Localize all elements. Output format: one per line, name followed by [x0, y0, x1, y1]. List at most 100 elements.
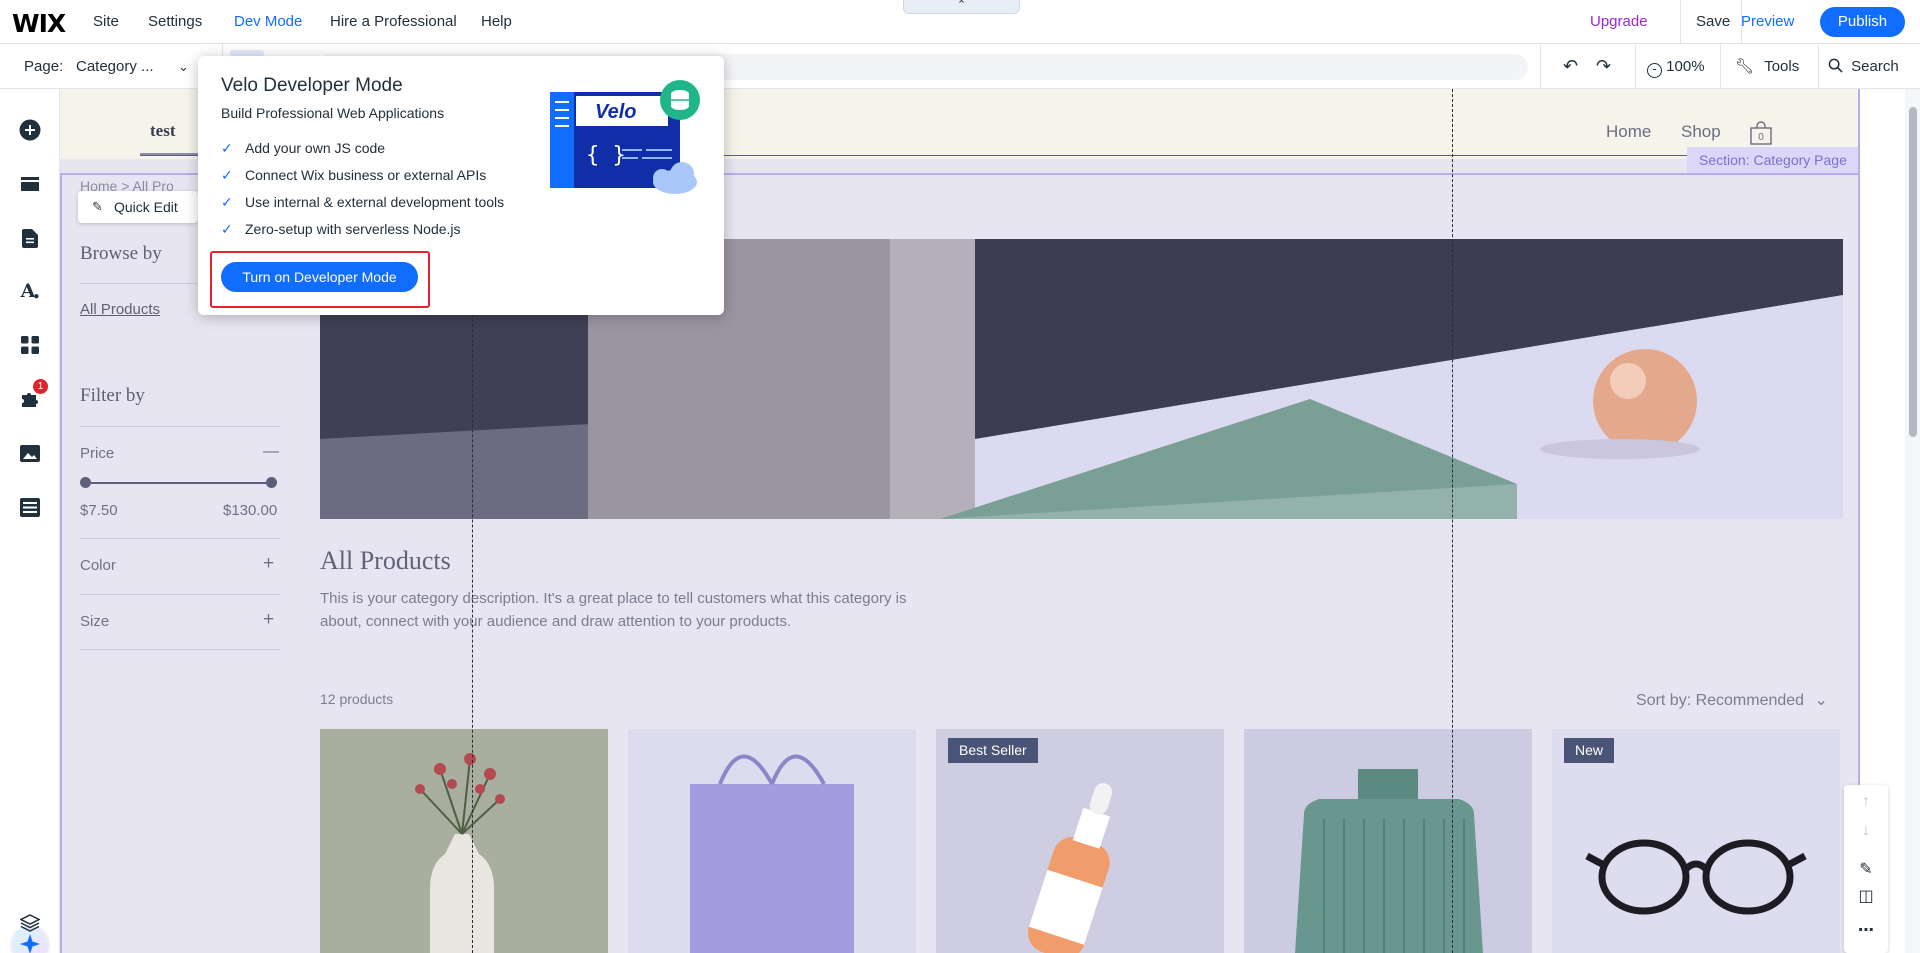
search-label: Search — [1851, 58, 1899, 75]
layout-icon[interactable]: ◫ — [1844, 886, 1888, 910]
feature-item: ✓ Zero-setup with serverless Node.js — [221, 221, 461, 237]
section-outline — [60, 173, 62, 953]
menu-dev-mode[interactable]: Dev Mode — [234, 0, 302, 44]
chevron-down-icon[interactable]: ⌄ — [178, 44, 189, 89]
feature-label: Zero-setup with serverless Node.js — [245, 221, 461, 237]
preview-button[interactable]: Preview — [1741, 0, 1794, 44]
save-button[interactable]: Save — [1696, 0, 1730, 44]
feature-label: Use internal & external development tool… — [245, 194, 505, 210]
upgrade-link[interactable]: Upgrade — [1590, 0, 1648, 44]
divider — [80, 649, 280, 650]
site-design-icon[interactable]: A ● — [18, 279, 42, 303]
wrench-icon: 🔧︎ — [1735, 58, 1755, 75]
pages-icon[interactable] — [18, 226, 42, 250]
product-card[interactable] — [1244, 729, 1532, 953]
quick-edit-button[interactable]: ✎ Quick Edit — [78, 191, 198, 223]
category-description-line: This is your category description. It's … — [320, 590, 907, 607]
product-card[interactable]: New — [1552, 729, 1840, 953]
business-tools-icon[interactable]: 1 — [18, 379, 48, 411]
menu-hire-professional[interactable]: Hire a Professional — [330, 0, 457, 44]
price-slider-max-handle[interactable] — [266, 477, 277, 488]
notification-badge: 1 — [33, 379, 48, 394]
collapse-toolbar-handle[interactable]: ⌃ — [903, 0, 1020, 14]
divider — [80, 594, 280, 595]
undo-icon[interactable]: ↶ — [1563, 44, 1578, 89]
publish-button[interactable]: Publish — [1820, 7, 1905, 37]
check-icon: ✓ — [221, 167, 233, 183]
scrollbar[interactable] — [1905, 89, 1920, 953]
expand-icon[interactable]: + — [263, 553, 274, 575]
layers-icon[interactable] — [18, 911, 42, 935]
section-label[interactable]: Section: Category Page — [1687, 147, 1859, 173]
filter-by-heading: Filter by — [80, 385, 145, 406]
zoom-out-icon: - — [1647, 62, 1662, 78]
category-description-line: about, connect with your audience and dr… — [320, 613, 792, 630]
cart-count: 0 — [1758, 132, 1764, 143]
divider — [80, 426, 280, 427]
wix-logo[interactable]: WIX — [12, 9, 66, 38]
browse-by-heading: Browse by — [80, 243, 162, 264]
filter-price-label[interactable]: Price — [80, 445, 114, 462]
pencil-icon: ✎ — [92, 199, 103, 214]
cms-icon[interactable] — [18, 495, 42, 519]
divider — [1680, 0, 1681, 44]
site-title[interactable]: test — [150, 121, 175, 141]
product-card[interactable] — [320, 729, 608, 953]
feature-item: ✓ Add your own JS code — [221, 140, 385, 156]
popover-subtitle: Build Professional Web Applications — [221, 105, 445, 121]
feature-item: ✓ Use internal & external development too… — [221, 194, 504, 210]
filter-color-label[interactable]: Color — [80, 557, 116, 574]
left-sidebar: A ● 1 — [0, 89, 60, 953]
velo-illustration: Velo { } — [550, 80, 710, 200]
move-up-icon[interactable]: ↑ — [1844, 793, 1888, 817]
divider — [1818, 44, 1819, 89]
expand-icon[interactable]: + — [263, 609, 274, 631]
search-button[interactable]: Search — [1828, 44, 1899, 89]
check-icon: ✓ — [221, 140, 233, 156]
add-apps-icon[interactable] — [18, 333, 42, 357]
menu-settings[interactable]: Settings — [148, 0, 202, 44]
cart-icon[interactable]: 0 — [1750, 121, 1772, 145]
site-nav-shop[interactable]: Shop — [1681, 122, 1721, 142]
edit-pencil-icon[interactable]: ✎ — [1844, 859, 1888, 883]
sections-icon[interactable] — [18, 173, 42, 197]
svg-text:Velo: Velo — [595, 101, 637, 123]
sort-label: Sort by: Recommended — [1636, 692, 1805, 709]
page-label: Page: — [24, 58, 64, 75]
price-max: $130.00 — [223, 502, 278, 519]
chevron-down-icon: ⌄ — [1814, 692, 1828, 709]
product-card[interactable] — [628, 729, 916, 953]
all-products-link[interactable]: All Products — [80, 301, 160, 318]
filter-size-label[interactable]: Size — [80, 613, 109, 630]
tools-label: Tools — [1764, 58, 1800, 75]
collapse-icon[interactable]: — — [263, 443, 279, 461]
velo-developer-mode-popover: Velo Developer Mode Build Professional W… — [198, 56, 724, 315]
menu-help[interactable]: Help — [481, 0, 512, 44]
tools-button[interactable]: 🔧︎ Tools — [1735, 44, 1799, 89]
add-elements-icon[interactable] — [18, 118, 42, 142]
product-badge: Best Seller — [948, 738, 1038, 763]
redo-icon[interactable]: ↷ — [1596, 44, 1611, 89]
more-icon[interactable]: ⋯ — [1844, 920, 1888, 944]
move-down-icon[interactable]: ↓ — [1844, 822, 1888, 846]
site-nav-home[interactable]: Home — [1606, 122, 1651, 142]
divider — [80, 538, 280, 539]
turn-on-developer-mode-button[interactable]: Turn on Developer Mode — [221, 262, 418, 292]
category-title[interactable]: All Products — [320, 546, 451, 576]
feature-item: ✓ Connect Wix business or external APIs — [221, 167, 486, 183]
price-min: $7.50 — [80, 502, 118, 519]
popover-title: Velo Developer Mode — [221, 75, 403, 96]
zoom-control[interactable]: - 100% — [1647, 44, 1705, 89]
scrollbar-thumb[interactable] — [1909, 107, 1917, 437]
page-select[interactable]: Category ... — [76, 44, 154, 89]
feature-label: Connect Wix business or external APIs — [245, 167, 487, 183]
menu-site[interactable]: Site — [93, 0, 119, 44]
svg-text:{ }: { } — [586, 143, 626, 168]
price-slider-min-handle[interactable] — [80, 477, 91, 488]
sort-dropdown[interactable]: Sort by: Recommended ⌄ — [1636, 690, 1828, 710]
price-slider-track[interactable] — [85, 482, 275, 484]
media-icon[interactable] — [18, 441, 42, 465]
search-icon — [1828, 58, 1843, 73]
check-icon: ✓ — [221, 221, 233, 237]
product-card[interactable]: Best Seller — [936, 729, 1224, 953]
